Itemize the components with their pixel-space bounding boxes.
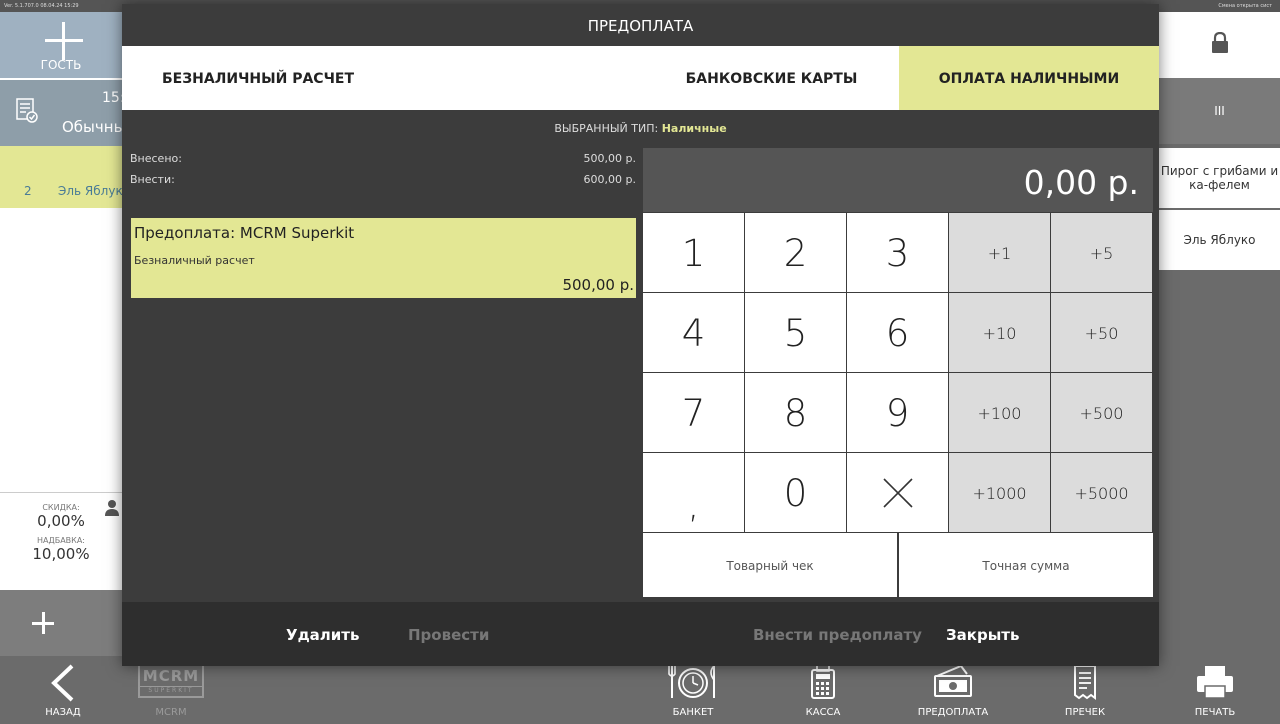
dialog-footer: Удалить Провести Внести предоплату Закры… <box>122 602 1159 666</box>
tab-bank-cards[interactable]: БАНКОВСКИЕ КАРТЫ <box>644 46 899 110</box>
logo-subtext: SUPERKIT <box>140 686 202 694</box>
key-5[interactable]: 5 <box>745 293 846 372</box>
key-plus-5[interactable]: +5 <box>1051 213 1152 292</box>
logo-text: MCRM <box>142 667 200 685</box>
deposit-prepayment-button[interactable]: Внести предоплату <box>753 602 922 666</box>
order-item-row[interactable]: 2 Эль Яблуко <box>0 174 130 208</box>
item-name: Эль Яблуко <box>58 184 131 198</box>
dialog-title: ПРЕДОПЛАТА <box>122 4 1159 46</box>
close-button[interactable]: Закрыть <box>946 602 1019 666</box>
add-guest-label: ГОСТЬ <box>40 58 82 72</box>
key-2[interactable]: 2 <box>745 213 846 292</box>
key-0[interactable]: 0 <box>745 453 846 532</box>
mcrm-logo: MCRM SUPERKIT <box>138 664 204 698</box>
banquet-label: БАНКЕТ <box>672 707 714 718</box>
cash-register-label: КАССА <box>805 707 841 718</box>
key-8[interactable]: 8 <box>745 373 846 452</box>
prepayment-button[interactable]: ПРЕДОПЛАТА <box>898 656 1008 724</box>
tab-cash[interactable]: ОПЛАТА НАЛИЧНЫМИ <box>899 46 1159 110</box>
close-icon <box>883 478 913 508</box>
key-plus-100[interactable]: +100 <box>949 373 1050 452</box>
payment-type-tabs: БЕЗНАЛИЧНЫЙ РАСЧЕТ БАНКОВСКИЕ КАРТЫ ОПЛА… <box>122 46 1159 110</box>
version-text: Ver. 5.1.707.0 08.04.24 15:29 <box>4 3 79 9</box>
item-qty: 2 <box>24 184 32 198</box>
menu-category-bar[interactable]: III <box>1159 78 1280 144</box>
selected-type-line: ВЫБРАННЫЙ ТИП: Наличные <box>122 122 1159 135</box>
menu-item[interactable]: Пирог с грибами и ка-фелем <box>1159 148 1280 208</box>
key-plus-1000[interactable]: +1000 <box>949 453 1050 532</box>
prepayment-entry[interactable]: Предоплата: MCRM Superkit Безналичный ра… <box>131 218 636 298</box>
order-type: Обычны <box>62 118 126 136</box>
selected-type-value: Наличные <box>661 122 727 135</box>
prepayment-label: ПРЕДОПЛАТА <box>917 707 989 718</box>
key-7[interactable]: 7 <box>643 373 744 452</box>
precheck-label: ПРЕЧЕК <box>1064 707 1106 718</box>
paid-row: Внесено: 500,00 р. <box>130 152 636 165</box>
banquet-button[interactable]: БАНКЕТ <box>638 656 748 724</box>
key-comma[interactable]: , <box>643 453 744 532</box>
menu-item[interactable]: Эль Яблуко <box>1159 210 1280 270</box>
key-3[interactable]: 3 <box>847 213 948 292</box>
key-plus-50[interactable]: +50 <box>1051 293 1152 372</box>
back-button[interactable]: НАЗАД <box>8 656 118 724</box>
add-item-icon[interactable] <box>32 612 54 634</box>
numeric-keypad: 1 2 3 +1 +5 4 5 6 +10 +50 7 8 9 +100 +50… <box>643 213 1153 533</box>
paid-label: Внесено: <box>130 152 182 165</box>
post-button[interactable]: Провести <box>408 602 489 666</box>
calculator-icon <box>811 664 835 699</box>
due-label: Внести: <box>130 173 175 186</box>
discount-panel[interactable]: СКИДКА: 0,00% НАДБАВКА: 10,00% <box>0 492 122 590</box>
tab-cashless[interactable]: БЕЗНАЛИЧНЫЙ РАСЧЕТ <box>122 46 382 110</box>
menu-items-list: Пирог с грибами и ка-фелем Эль Яблуко <box>1159 148 1280 272</box>
prepayment-method: Безналичный расчет <box>134 254 255 267</box>
delete-button[interactable]: Удалить <box>286 602 359 666</box>
receipt-icon <box>1074 665 1096 700</box>
key-1[interactable]: 1 <box>643 213 744 292</box>
money-icon <box>934 664 972 697</box>
prepayment-amount: 500,00 р. <box>562 276 634 294</box>
key-plus-5000[interactable]: +5000 <box>1051 453 1152 532</box>
key-plus-1[interactable]: +1 <box>949 213 1050 292</box>
banquet-icon <box>668 665 715 698</box>
shift-status-text: Смена открыта сист <box>1218 3 1272 9</box>
cash-register-button[interactable]: КАССА <box>768 656 878 724</box>
print-button[interactable]: ПЕЧАТЬ <box>1160 656 1270 724</box>
key-4[interactable]: 4 <box>643 293 744 372</box>
receipt-button[interactable]: Товарный чек <box>643 533 897 597</box>
due-value: 600,00 р. <box>583 173 636 186</box>
key-plus-500[interactable]: +500 <box>1051 373 1152 452</box>
add-guest-button[interactable]: ГОСТЬ <box>0 12 122 78</box>
selected-type-label: ВЫБРАННЫЙ ТИП: <box>554 122 659 135</box>
key-9[interactable]: 9 <box>847 373 948 452</box>
precheck-button[interactable]: ПРЕЧЕК <box>1030 656 1140 724</box>
printer-icon <box>1197 666 1233 699</box>
markup-value: 10,00% <box>32 545 90 563</box>
order-panel: ГОСТЬ 15: Обычны 2 Эль Яблуко СКИДКА: 0,… <box>0 12 130 600</box>
amount-display: 0,00 р. <box>643 148 1153 212</box>
user-icon <box>105 500 119 516</box>
paid-value: 500,00 р. <box>583 152 636 165</box>
guest-row[interactable] <box>0 146 122 174</box>
key-clear[interactable] <box>847 453 948 532</box>
lock-button[interactable] <box>1159 12 1280 78</box>
exact-amount-button[interactable]: Точная сумма <box>899 533 1153 597</box>
prepayment-dialog: ПРЕДОПЛАТА БЕЗНАЛИЧНЫЙ РАСЧЕТ БАНКОВСКИЕ… <box>122 4 1159 666</box>
bottom-toolbar: НАЗАД MCRM SUPERKIT MCRM БАНКЕТ КАССА ПР… <box>0 656 1280 724</box>
prepayment-title: Предоплата: MCRM Superkit <box>134 224 355 242</box>
plus-icon <box>45 22 83 60</box>
print-label: ПЕЧАТЬ <box>1194 707 1236 718</box>
key-6[interactable]: 6 <box>847 293 948 372</box>
logo-label: MCRM <box>155 707 187 718</box>
order-checklist-icon <box>16 98 38 123</box>
back-label: НАЗАД <box>45 707 81 718</box>
key-plus-10[interactable]: +10 <box>949 293 1050 372</box>
order-header[interactable]: 15: Обычны <box>0 80 126 146</box>
lock-icon <box>1212 32 1228 53</box>
markup-caption: НАДБАВКА: <box>36 536 86 545</box>
due-row: Внести: 600,00 р. <box>130 173 636 186</box>
order-actions-bar <box>0 590 122 656</box>
chevron-left-icon <box>51 664 74 702</box>
